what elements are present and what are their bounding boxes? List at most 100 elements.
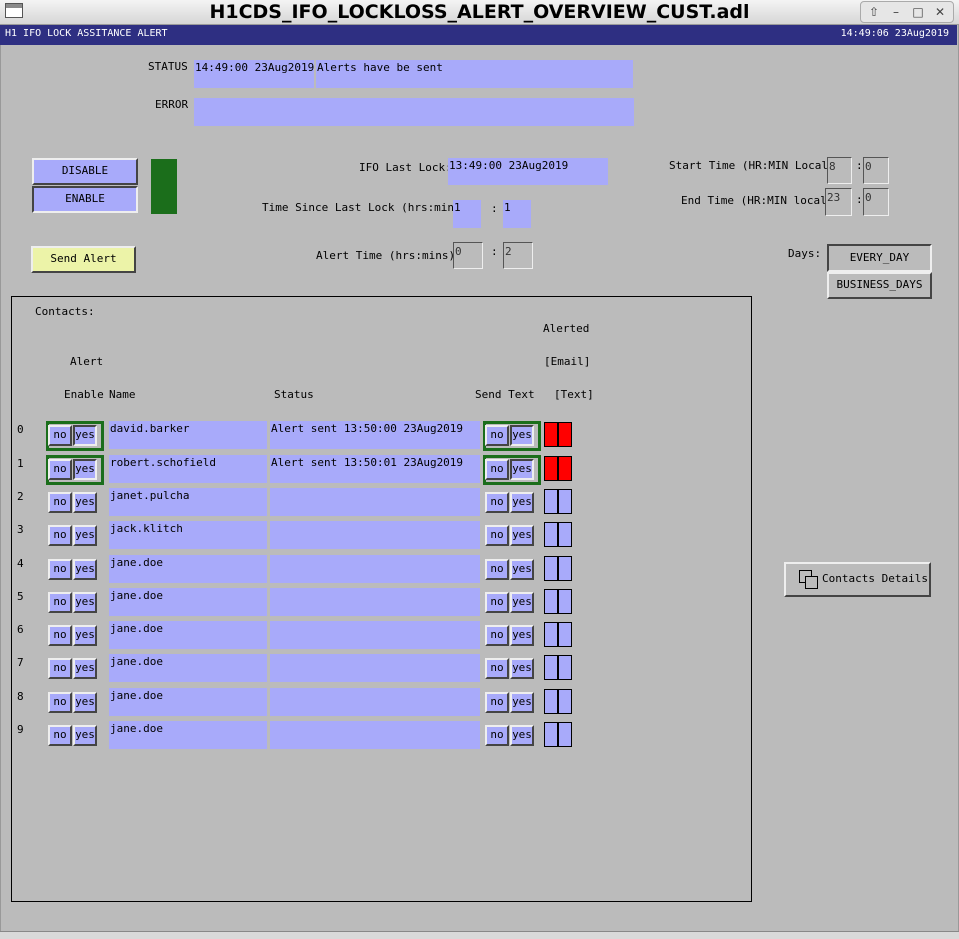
send-alert-button[interactable]: Send Alert xyxy=(31,246,136,273)
alert-enable-toggle-yes-button[interactable]: yes xyxy=(73,492,97,513)
send-text-toggle-no-button[interactable]: no xyxy=(485,725,509,746)
maximize-window-icon[interactable]: □ xyxy=(907,2,929,22)
send-text-toggle-no-button[interactable]: no xyxy=(485,692,509,713)
send-text-toggle[interactable]: no yes xyxy=(483,521,541,551)
contacts-details-button[interactable]: Contacts Details xyxy=(784,562,931,597)
contact-status xyxy=(270,721,480,749)
alert-enable-toggle-no-button[interactable]: no xyxy=(48,492,72,513)
email-alerted-indicator xyxy=(544,489,558,514)
alert-enable-toggle-yes-button[interactable]: yes xyxy=(73,525,97,546)
send-text-toggle-yes-button[interactable]: yes xyxy=(510,692,534,713)
alert-enable-toggle-no-button[interactable]: no xyxy=(48,425,72,446)
alert-enable-toggle[interactable]: no yes xyxy=(46,555,104,585)
email-alerted-indicator xyxy=(544,722,558,747)
col-alert: Alert xyxy=(70,355,104,368)
start-minute-input[interactable]: 0 xyxy=(863,157,889,184)
alert-enable-toggle-no-button[interactable]: no xyxy=(48,525,72,546)
alert-enable-toggle-yes-button[interactable]: yes xyxy=(73,725,97,746)
contact-status: Alert sent 13:50:00 23Aug2019 xyxy=(270,421,480,449)
alert-enable-toggle-yes-button[interactable]: yes xyxy=(73,459,97,480)
status-time: 14:49:00 23Aug2019 xyxy=(194,60,314,88)
row-index: 0 xyxy=(17,423,24,436)
end-minute-input[interactable]: 0 xyxy=(863,188,889,216)
contact-name: robert.schofield xyxy=(109,455,267,483)
send-text-toggle[interactable]: no yes xyxy=(483,588,541,618)
send-text-toggle-yes-button[interactable]: yes xyxy=(510,425,534,446)
send-text-toggle[interactable]: no yes xyxy=(483,421,541,451)
enable-button[interactable]: ENABLE xyxy=(32,186,138,213)
time-since-colon: : xyxy=(491,202,498,215)
every-day-button[interactable]: EVERY_DAY xyxy=(827,244,932,272)
alert-enable-toggle-yes-button[interactable]: yes xyxy=(73,559,97,580)
send-text-toggle[interactable]: no yes xyxy=(483,654,541,684)
alert-enable-toggle[interactable]: no yes xyxy=(46,721,104,751)
contacts-details-label: Contacts Details xyxy=(822,572,928,585)
alert-minutes-input[interactable]: 2 xyxy=(503,242,533,269)
send-text-toggle[interactable]: no yes xyxy=(483,488,541,518)
alert-enable-toggle[interactable]: no yes xyxy=(46,455,104,485)
send-text-toggle-no-button[interactable]: no xyxy=(485,525,509,546)
alert-enable-toggle[interactable]: no yes xyxy=(46,421,104,451)
send-text-toggle-yes-button[interactable]: yes xyxy=(510,658,534,679)
alert-enable-toggle-yes-button[interactable]: yes xyxy=(73,692,97,713)
start-hour-input[interactable]: 8 xyxy=(827,157,852,184)
related-display-icon xyxy=(799,570,819,591)
business-days-button[interactable]: BUSINESS_DAYS xyxy=(827,272,932,299)
send-text-toggle[interactable]: no yes xyxy=(483,688,541,718)
send-text-toggle-no-button[interactable]: no xyxy=(485,658,509,679)
send-text-toggle[interactable]: no yes xyxy=(483,555,541,585)
send-text-toggle-yes-button[interactable]: yes xyxy=(510,592,534,613)
col-email: [Email] xyxy=(544,355,591,368)
send-text-toggle-no-button[interactable]: no xyxy=(485,459,509,480)
alert-enable-toggle-no-button[interactable]: no xyxy=(48,559,72,580)
alert-enable-toggle[interactable]: no yes xyxy=(46,621,104,651)
minimize-window-icon[interactable]: – xyxy=(885,2,907,22)
email-alerted-indicator xyxy=(544,522,558,547)
alert-enable-toggle-no-button[interactable]: no xyxy=(48,459,72,480)
send-text-toggle-yes-button[interactable]: yes xyxy=(510,459,534,480)
close-window-icon[interactable]: ✕ xyxy=(929,2,951,22)
send-text-toggle-yes-button[interactable]: yes xyxy=(510,525,534,546)
alert-enable-toggle-no-button[interactable]: no xyxy=(48,692,72,713)
send-text-toggle[interactable]: no yes xyxy=(483,455,541,485)
row-index: 3 xyxy=(17,523,24,536)
send-text-toggle-yes-button[interactable]: yes xyxy=(510,559,534,580)
alert-enable-toggle-no-button[interactable]: no xyxy=(48,725,72,746)
alert-enable-toggle-no-button[interactable]: no xyxy=(48,625,72,646)
send-text-toggle-no-button[interactable]: no xyxy=(485,492,509,513)
contact-status xyxy=(270,555,480,583)
alert-enable-toggle-yes-button[interactable]: yes xyxy=(73,592,97,613)
shade-window-icon[interactable]: ⇧ xyxy=(863,2,885,22)
contact-status: Alert sent 13:50:01 23Aug2019 xyxy=(270,455,480,483)
alert-enable-toggle[interactable]: no yes xyxy=(46,488,104,518)
send-text-toggle[interactable]: no yes xyxy=(483,621,541,651)
time-since-minutes: 1 xyxy=(503,200,531,228)
send-text-toggle-yes-button[interactable]: yes xyxy=(510,625,534,646)
alert-hours-input[interactable]: 0 xyxy=(453,242,483,269)
send-text-toggle-yes-button[interactable]: yes xyxy=(510,492,534,513)
text-alerted-indicator xyxy=(558,689,572,714)
send-text-toggle-no-button[interactable]: no xyxy=(485,559,509,580)
end-hour-input[interactable]: 23 xyxy=(825,188,852,216)
send-text-toggle-yes-button[interactable]: yes xyxy=(510,725,534,746)
alert-enable-toggle[interactable]: no yes xyxy=(46,588,104,618)
email-alerted-indicator xyxy=(544,589,558,614)
alert-enable-toggle-yes-button[interactable]: yes xyxy=(73,658,97,679)
send-text-toggle-no-button[interactable]: no xyxy=(485,592,509,613)
send-text-toggle[interactable]: no yes xyxy=(483,721,541,751)
alert-enable-toggle-yes-button[interactable]: yes xyxy=(73,425,97,446)
alert-enable-toggle-no-button[interactable]: no xyxy=(48,658,72,679)
send-text-toggle-no-button[interactable]: no xyxy=(485,425,509,446)
alert-enable-toggle[interactable]: no yes xyxy=(46,654,104,684)
disable-button[interactable]: DISABLE xyxy=(32,158,138,185)
start-time-label: Start Time (HR:MIN Local) xyxy=(669,159,835,172)
contact-name: janet.pulcha xyxy=(109,488,267,516)
alert-enable-toggle-yes-button[interactable]: yes xyxy=(73,625,97,646)
text-alerted-indicator xyxy=(558,589,572,614)
alert-enable-toggle[interactable]: no yes xyxy=(46,521,104,551)
row-index: 2 xyxy=(17,490,24,503)
alert-enable-toggle-no-button[interactable]: no xyxy=(48,592,72,613)
last-lock-value: 13:49:00 23Aug2019 xyxy=(448,158,608,185)
alert-enable-toggle[interactable]: no yes xyxy=(46,688,104,718)
send-text-toggle-no-button[interactable]: no xyxy=(485,625,509,646)
